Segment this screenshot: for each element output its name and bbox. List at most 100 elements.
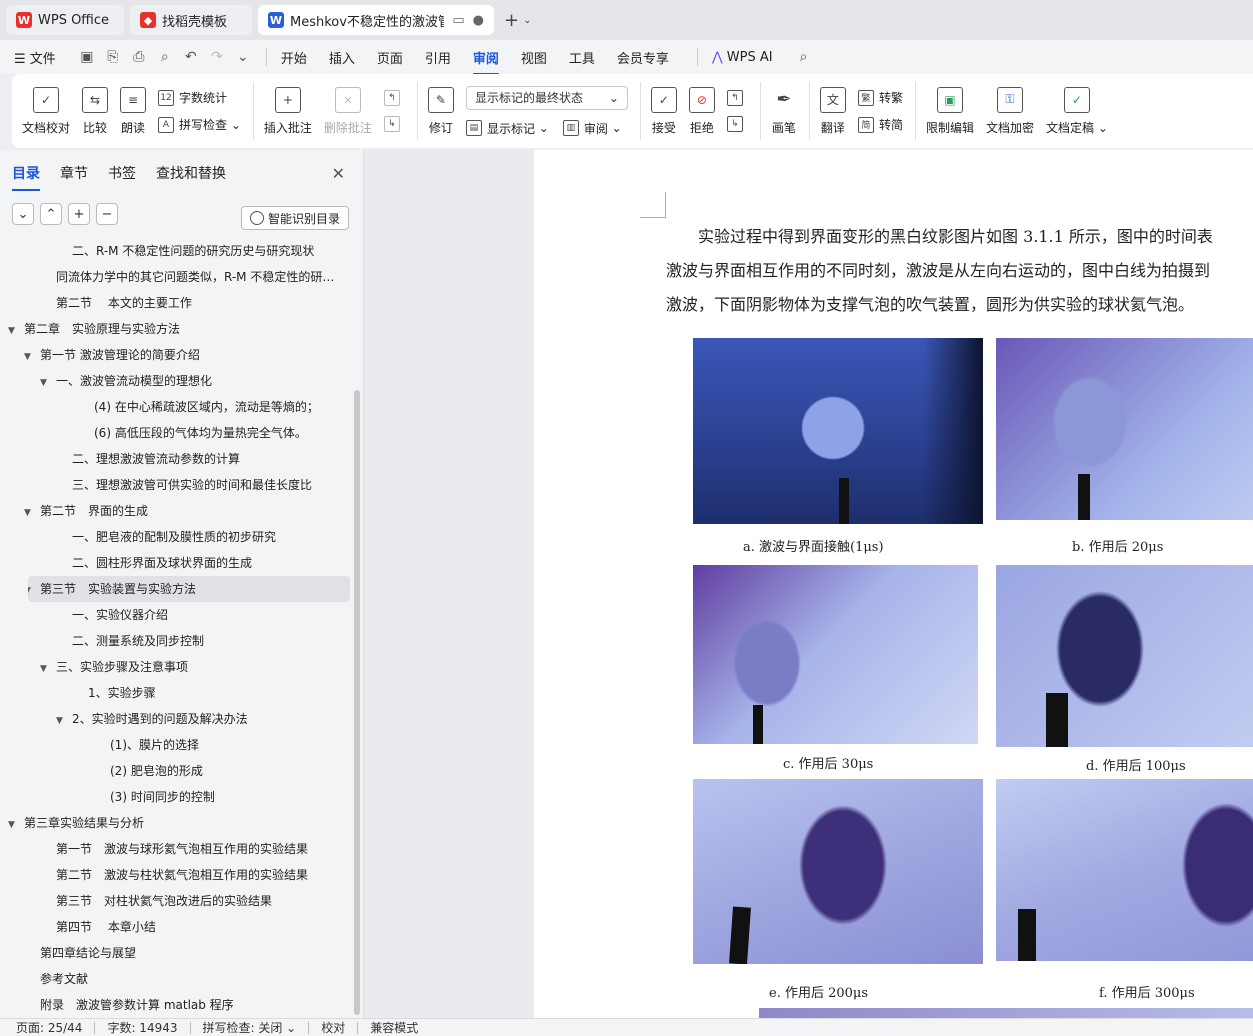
toc-item[interactable]: 1、实验步骤 bbox=[0, 680, 352, 706]
caret-down-icon[interactable]: ▼ bbox=[56, 708, 68, 732]
smart-toc-button[interactable]: 智能识别目录 bbox=[240, 206, 349, 230]
review-pane-button[interactable]: ▥ 审阅 ⌄ bbox=[562, 120, 622, 137]
finalize-button[interactable]: ✓ 文档定稿 ⌄ bbox=[1046, 86, 1108, 136]
toc-item[interactable]: (3) 时间同步的控制 bbox=[0, 784, 352, 810]
toc-scrollbar[interactable] bbox=[354, 390, 360, 1015]
print-preview-icon[interactable]: ⌕ bbox=[156, 48, 174, 66]
toc-item[interactable]: ▼ 第三节 实验装置与实验方法 bbox=[28, 576, 350, 602]
insert-comment-button[interactable]: + 插入批注 bbox=[264, 86, 312, 136]
revise-button[interactable]: ✎ 修订 bbox=[427, 86, 454, 136]
file-menu[interactable]: ☰ 文件 bbox=[14, 48, 56, 67]
menu-reference[interactable]: 引用 bbox=[425, 48, 451, 67]
toc-item[interactable]: 三、理想激波管可供实验的时间和最佳长度比 bbox=[0, 472, 352, 498]
next-comment-button[interactable]: ↳ bbox=[383, 116, 405, 132]
markup-mode-select[interactable]: 显示标记的最终状态 ⌄ bbox=[465, 85, 628, 110]
spell-check-button[interactable]: A 拼写检查 ⌄ bbox=[158, 116, 241, 133]
toc-item[interactable]: 第四章结论与展望 bbox=[0, 940, 352, 966]
proofread-button[interactable]: 校对 bbox=[321, 1019, 345, 1036]
caret-down-icon[interactable]: ▼ bbox=[8, 812, 20, 836]
toc-item[interactable]: ▼ 第二章 实验原理与实验方法 bbox=[0, 316, 352, 342]
toc-item[interactable]: 一、实验仪器介绍 bbox=[0, 602, 352, 628]
caret-down-icon[interactable]: ▼ bbox=[40, 656, 52, 680]
toc-item[interactable]: 二、R-M 不稳定性问题的研究历史与研究现状 bbox=[0, 238, 352, 264]
toc-item[interactable]: 一、肥皂液的配制及膜性质的初步研究 bbox=[0, 524, 352, 550]
menu-view[interactable]: 视图 bbox=[521, 48, 547, 67]
toc-item[interactable]: ▼ 一、激波管流动模型的理想化 bbox=[0, 368, 352, 394]
prev-change-button[interactable]: ↰ bbox=[726, 90, 748, 106]
caret-down-icon[interactable]: ▼ bbox=[24, 500, 36, 524]
toc-item[interactable]: 第一节 激波与球形氦气泡相互作用的实验结果 bbox=[0, 836, 352, 862]
doc-check-button[interactable]: ✓ 文档校对 bbox=[22, 86, 70, 136]
word-count-button[interactable]: 12 字数统计 bbox=[158, 89, 241, 106]
toc-item[interactable]: 第四节 本章小结 bbox=[0, 914, 352, 940]
tab-find-replace[interactable]: 查找和替换 bbox=[156, 163, 226, 183]
tab-chapters[interactable]: 章节 bbox=[60, 163, 88, 183]
tab-docer[interactable]: ◆ 找稻壳模板 bbox=[130, 5, 252, 35]
print-icon[interactable]: ⎙ bbox=[130, 48, 148, 66]
toc-item[interactable]: (1)、膜片的选择 bbox=[0, 732, 352, 758]
toc-item[interactable]: 第二节 激波与柱状氦气泡相互作用的实验结果 bbox=[0, 862, 352, 888]
show-markup-button[interactable]: ▤ 显示标记 ⌄ bbox=[465, 120, 549, 137]
close-icon[interactable]: ✕ bbox=[332, 164, 345, 183]
caret-down-icon[interactable]: ▼ bbox=[28, 578, 36, 602]
remove-heading-icon[interactable]: − bbox=[96, 203, 118, 225]
toc-item[interactable]: 二、理想激波管流动参数的计算 bbox=[0, 446, 352, 472]
tab-current-document[interactable]: W Meshkov不稳定性的激波管实 ▭ ● bbox=[258, 5, 494, 35]
monitor-icon[interactable]: ▭ bbox=[452, 13, 464, 28]
menu-page[interactable]: 页面 bbox=[377, 48, 403, 67]
translate-button[interactable]: 文翻译 bbox=[819, 86, 846, 136]
accept-button[interactable]: ✓ 接受 bbox=[650, 86, 677, 136]
spell-check-status[interactable]: 拼写检查: 关闭 ⌄ bbox=[203, 1019, 297, 1036]
toc-item[interactable]: 同流体力学中的其它问题类似，R-M 不稳定性的研究... bbox=[0, 264, 352, 290]
toc-item[interactable]: 参考文献 bbox=[0, 966, 352, 992]
unsaved-dot-icon[interactable]: ● bbox=[473, 13, 484, 28]
caret-down-icon[interactable]: ▼ bbox=[40, 370, 52, 394]
reject-button[interactable]: ⊘ 拒绝 bbox=[688, 86, 715, 136]
prev-comment-button[interactable]: ↰ bbox=[383, 90, 405, 106]
restrict-edit-button[interactable]: ▣ 限制编辑 bbox=[926, 86, 974, 136]
page-indicator[interactable]: 页面: 25/44 bbox=[16, 1019, 82, 1036]
caret-down-icon[interactable]: ▼ bbox=[24, 344, 36, 368]
body-paragraph[interactable]: 实验过程中得到界面变形的黑白纹影图片如图 3.1.1 所示，图中的时间表 激波与… bbox=[666, 220, 1253, 322]
toc-item[interactable]: 二、测量系统及同步控制 bbox=[0, 628, 352, 654]
caret-down-icon[interactable]: ▼ bbox=[8, 318, 20, 342]
toc-item[interactable]: ▼ 第二节 界面的生成 bbox=[0, 498, 352, 524]
redo-icon[interactable]: ↷ bbox=[208, 48, 226, 66]
toc-item[interactable]: ▼ 三、实验步骤及注意事项 bbox=[0, 654, 352, 680]
read-aloud-button[interactable]: ≡ 朗读 bbox=[120, 86, 147, 136]
to-traditional-button[interactable]: 繁转繁 bbox=[857, 89, 903, 106]
menu-member[interactable]: 会员专享 bbox=[617, 48, 669, 67]
wps-ai-button[interactable]: ⋀ WPS AI bbox=[712, 50, 773, 65]
toc-item[interactable]: 第二节 本文的主要工作 bbox=[0, 290, 352, 316]
toc-item[interactable]: (4) 在中心稀疏波区域内，流动是等熵的； bbox=[0, 394, 352, 420]
toc-item[interactable]: ▼ 第一节 激波管理论的简要介绍 bbox=[0, 342, 352, 368]
toc-item[interactable]: (2) 肥皂泡的形成 bbox=[0, 758, 352, 784]
add-heading-icon[interactable]: + bbox=[68, 203, 90, 225]
chevron-down-icon[interactable]: ⌄ bbox=[523, 15, 531, 26]
toc-item[interactable]: ▼ 2、实验时遇到的问题及解决办法 bbox=[0, 706, 352, 732]
new-tab-plus-icon[interactable]: + bbox=[504, 10, 519, 31]
menu-home[interactable]: 开始 bbox=[281, 48, 307, 67]
toc-item[interactable]: (6) 高低压段的气体均为量热完全气体。 bbox=[0, 420, 352, 446]
next-change-button[interactable]: ↳ bbox=[726, 116, 748, 132]
export-icon[interactable]: ⎘ bbox=[104, 48, 122, 66]
tab-wps-office[interactable]: W WPS Office bbox=[6, 5, 124, 35]
document-page[interactable]: 实验过程中得到界面变形的黑白纹影图片如图 3.1.1 所示，图中的时间表 激波与… bbox=[534, 150, 1253, 1018]
toc-item[interactable]: 二、圆柱形界面及球状界面的生成 bbox=[0, 550, 352, 576]
delete-comment-button[interactable]: × 删除批注 bbox=[324, 86, 372, 136]
toc-item[interactable]: 附录 激波管参数计算 matlab 程序 bbox=[0, 992, 352, 1018]
tab-bookmarks[interactable]: 书签 bbox=[108, 163, 136, 183]
to-simplified-button[interactable]: 简转简 bbox=[857, 116, 903, 133]
menu-tools[interactable]: 工具 bbox=[569, 48, 595, 67]
word-count-indicator[interactable]: 字数: 14943 bbox=[107, 1019, 177, 1036]
undo-icon[interactable]: ↶ bbox=[182, 48, 200, 66]
expand-up-icon[interactable]: ⌃ bbox=[40, 203, 62, 225]
toc-item[interactable]: 第三节 对柱状氦气泡改进后的实验结果 bbox=[0, 888, 352, 914]
toc-item[interactable]: ▼ 第三章实验结果与分析 bbox=[0, 810, 352, 836]
collapse-all-icon[interactable]: ⌄ bbox=[12, 203, 34, 225]
save-icon[interactable]: ▣ bbox=[78, 48, 96, 66]
tab-toc[interactable]: 目录 bbox=[12, 163, 40, 191]
pen-button[interactable]: ✒ 画笔 bbox=[771, 87, 797, 136]
menu-insert[interactable]: 插入 bbox=[329, 48, 355, 67]
compare-button[interactable]: ⇆ 比较 bbox=[82, 86, 109, 136]
